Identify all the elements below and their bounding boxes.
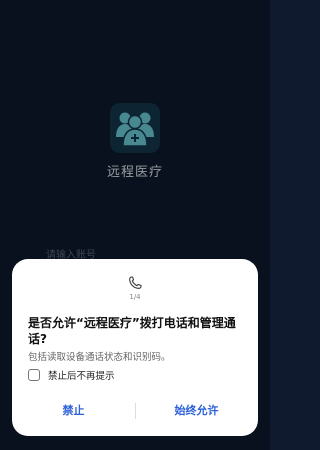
dialog-description: 包括读取设备通话状态和识别码。 — [28, 352, 171, 363]
page-indicator: 1/4 — [129, 293, 141, 301]
permission-dialog: 1/4 是否允许“远程医疗”拨打电话和管理通话? 包括读取设备通话状态和识别码。… — [12, 259, 258, 436]
dont-ask-again-row[interactable]: 禁止后不再提示 — [28, 368, 115, 382]
deny-button[interactable]: 禁止 — [12, 397, 135, 425]
phone-icon — [129, 276, 142, 289]
dont-ask-again-label: 禁止后不再提示 — [48, 371, 115, 382]
dialog-title: 是否允许“远程医疗”拨打电话和管理通话? — [28, 316, 236, 346]
dont-ask-again-checkbox[interactable] — [28, 369, 40, 381]
always-allow-button[interactable]: 始终允许 — [135, 397, 258, 425]
